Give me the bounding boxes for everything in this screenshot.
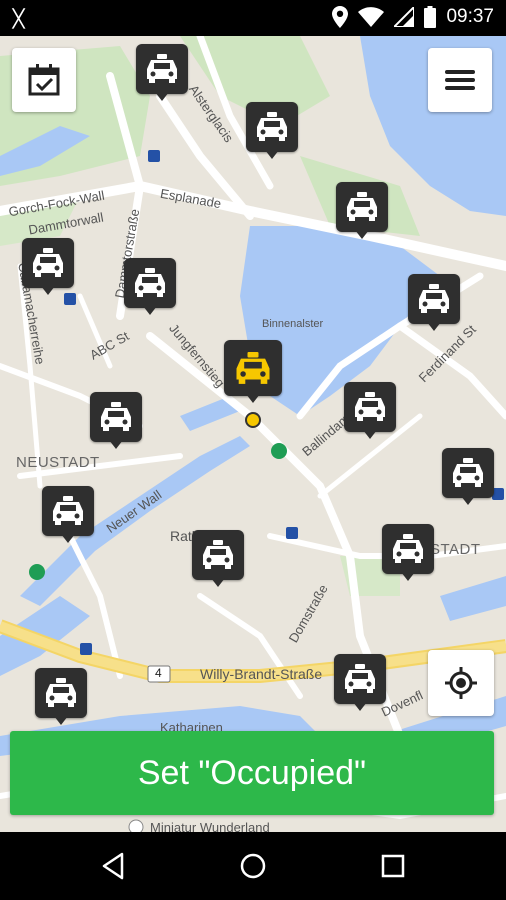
status-bar: ᚷ 09:37	[0, 0, 506, 36]
map-view[interactable]: Gorch-Fock-Wall Dammtorwall Esplanade Da…	[0, 36, 506, 832]
taxi-marker[interactable]	[336, 182, 388, 242]
crosshair-icon	[445, 667, 477, 699]
clock: 09:37	[446, 6, 494, 27]
taxi-marker[interactable]	[442, 448, 494, 508]
taxi-icon	[101, 402, 131, 431]
taxi-icon	[203, 540, 233, 569]
taxi-icon	[347, 192, 377, 221]
map-label: Miniatur Wunderland	[150, 820, 270, 832]
status-icons: 09:37	[332, 6, 494, 28]
recents-icon[interactable]	[377, 850, 409, 882]
taxi-marker-selected[interactable]	[224, 340, 282, 406]
taxi-icon	[135, 268, 165, 297]
cellular-icon	[394, 7, 415, 27]
taxi-marker[interactable]	[382, 524, 434, 584]
taxi-icon	[453, 458, 483, 487]
taxi-marker[interactable]	[334, 654, 386, 714]
back-icon[interactable]	[98, 850, 130, 882]
calendar-button[interactable]	[12, 48, 76, 112]
route-shield: 4	[155, 666, 162, 680]
map-label: Willy-Brandt-Straße	[200, 666, 323, 682]
taxi-icon	[257, 112, 287, 141]
taxi-marker[interactable]	[246, 102, 298, 162]
taxi-marker[interactable]	[90, 392, 142, 452]
taxi-icon	[236, 351, 270, 384]
taxi-marker[interactable]	[408, 274, 460, 334]
calendar-check-icon	[28, 64, 60, 96]
locate-button[interactable]	[428, 650, 494, 716]
set-occupied-button[interactable]: Set "Occupied"	[10, 731, 494, 815]
taxi-icon	[419, 284, 449, 313]
taxi-icon	[147, 54, 177, 83]
location-icon	[332, 6, 349, 28]
taxi-marker[interactable]	[42, 486, 94, 546]
home-icon[interactable]	[237, 850, 269, 882]
taxi-icon	[355, 392, 385, 421]
map-label: NEUSTADT	[16, 454, 100, 471]
taxi-marker[interactable]	[22, 238, 74, 298]
taxi-icon	[33, 248, 63, 277]
taxi-marker[interactable]	[344, 382, 396, 442]
current-location-dot	[245, 412, 261, 428]
taxi-marker[interactable]	[35, 668, 87, 728]
menu-icon	[445, 70, 475, 90]
menu-button[interactable]	[428, 48, 492, 112]
navigation-bar	[0, 832, 506, 900]
map-label: Binnenalster	[262, 318, 324, 330]
taxi-icon	[345, 664, 375, 693]
battery-icon	[424, 6, 437, 28]
taxi-icon	[53, 496, 83, 525]
taxi-marker[interactable]	[124, 258, 176, 318]
map-label: STADT	[430, 541, 481, 558]
taxi-marker[interactable]	[192, 530, 244, 590]
taxi-icon	[46, 678, 76, 707]
wifi-icon	[358, 7, 385, 27]
taxi-marker[interactable]	[136, 44, 188, 104]
taxi-icon	[393, 534, 423, 563]
notification-icon: ᚷ	[12, 6, 26, 31]
